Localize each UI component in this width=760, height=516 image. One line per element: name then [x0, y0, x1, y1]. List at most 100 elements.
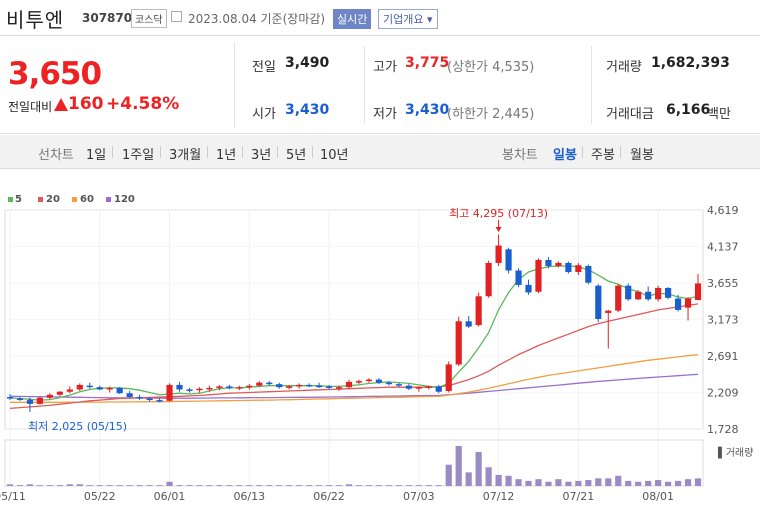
candle-body — [495, 245, 502, 263]
candle-body — [615, 285, 622, 311]
volume-bar — [625, 480, 632, 486]
candle-body — [375, 379, 383, 383]
candle-body — [286, 386, 293, 388]
volume-bar — [176, 485, 183, 486]
candle-body — [465, 321, 472, 327]
candle-body — [535, 259, 542, 292]
volume-bar — [76, 484, 83, 486]
volume-bar — [635, 481, 642, 486]
volume-bar — [445, 464, 452, 486]
candle-body — [186, 389, 193, 391]
candle-body — [555, 262, 562, 266]
volume-bar — [684, 479, 692, 486]
candle-body — [196, 388, 203, 391]
volume-bar — [565, 481, 572, 486]
y-tick-label: 1,728 — [707, 423, 739, 436]
volume-bar — [545, 481, 552, 486]
candle-body — [625, 285, 632, 300]
candle-body — [176, 384, 183, 390]
candle-body — [56, 391, 63, 395]
volume-bar — [415, 485, 422, 486]
volume-bar — [116, 485, 123, 486]
ma5-line — [9, 265, 699, 401]
volume-bar — [355, 485, 363, 486]
candle-body — [684, 298, 692, 308]
volume-bar — [46, 485, 53, 486]
volume-bar — [66, 484, 73, 486]
candle-body — [335, 387, 343, 389]
volume-bar — [266, 485, 273, 486]
volume-bar — [286, 485, 293, 486]
volume-bar — [6, 484, 14, 486]
candle-body — [96, 387, 103, 390]
volume-bar — [246, 485, 253, 486]
y-tick-label: 4,619 — [707, 204, 739, 217]
candle-body — [146, 398, 153, 401]
volume-bar — [206, 485, 213, 486]
volume-bar — [226, 485, 233, 486]
candle-body — [246, 385, 253, 388]
candle-body — [325, 386, 333, 388]
volume-bar — [256, 485, 263, 486]
candle-body — [46, 394, 53, 398]
candlestick-chart[interactable]: 4,619 4,137 3,655 3,173 2,691 2,209 1,728 05/11… — [0, 0, 760, 516]
volume-bar — [146, 485, 153, 486]
x-tick-label: 06/13 — [233, 490, 265, 503]
ma60-line — [10, 353, 699, 403]
volume-bar — [505, 475, 512, 486]
volume-bar — [405, 485, 412, 486]
volume-bar — [435, 485, 442, 486]
candle-body — [116, 387, 123, 394]
candle-body — [136, 397, 143, 399]
candle-body — [385, 382, 392, 385]
candle-body — [595, 285, 602, 320]
x-tick-label: 07/03 — [403, 490, 435, 503]
candle-body — [605, 310, 612, 313]
volume-bar — [605, 478, 612, 486]
candle-body — [276, 384, 283, 388]
candle-body — [6, 397, 14, 399]
candle-body — [316, 385, 323, 388]
volume-bar — [196, 485, 203, 486]
candle-body — [575, 265, 582, 273]
volume-bar — [555, 479, 562, 486]
volume-bar — [535, 479, 542, 486]
volume-bar — [665, 481, 672, 486]
candle-body — [156, 400, 163, 402]
candle-body — [236, 387, 243, 389]
volume-bar — [585, 480, 592, 486]
candle-body — [405, 385, 412, 389]
candle-body — [525, 284, 532, 293]
candle-body — [126, 393, 133, 398]
volume-bar — [156, 485, 163, 486]
x-tick-label: 05/11 — [0, 490, 26, 503]
volume-bar — [136, 485, 143, 486]
candle-body — [545, 259, 552, 266]
candle-body — [306, 384, 313, 387]
candle-body — [485, 262, 492, 297]
candle-body — [206, 387, 213, 390]
volume-bar — [485, 467, 492, 486]
candle-body — [694, 283, 702, 301]
candle-body — [445, 364, 452, 391]
volume-bar — [575, 480, 582, 486]
candle-body — [106, 387, 113, 390]
candle-body — [455, 321, 462, 365]
candle-body — [395, 384, 402, 386]
candle-body — [425, 386, 432, 388]
y-tick-label: 2,691 — [707, 350, 739, 363]
volume-bar — [26, 484, 34, 486]
candle-body — [76, 384, 83, 390]
volume-bar — [96, 485, 103, 486]
max-price-annotation: 최고 4,295 (07/13) — [449, 207, 548, 220]
x-tick-label: 05/22 — [84, 490, 116, 503]
candle-body — [565, 262, 572, 273]
candle-body — [655, 287, 662, 300]
volume-bar — [375, 485, 383, 486]
candle-body — [585, 265, 592, 283]
candle-body — [435, 386, 442, 392]
candle-body — [475, 296, 482, 326]
volume-bar — [455, 446, 462, 486]
volume-bar — [36, 485, 43, 486]
volume-bar — [56, 485, 63, 486]
